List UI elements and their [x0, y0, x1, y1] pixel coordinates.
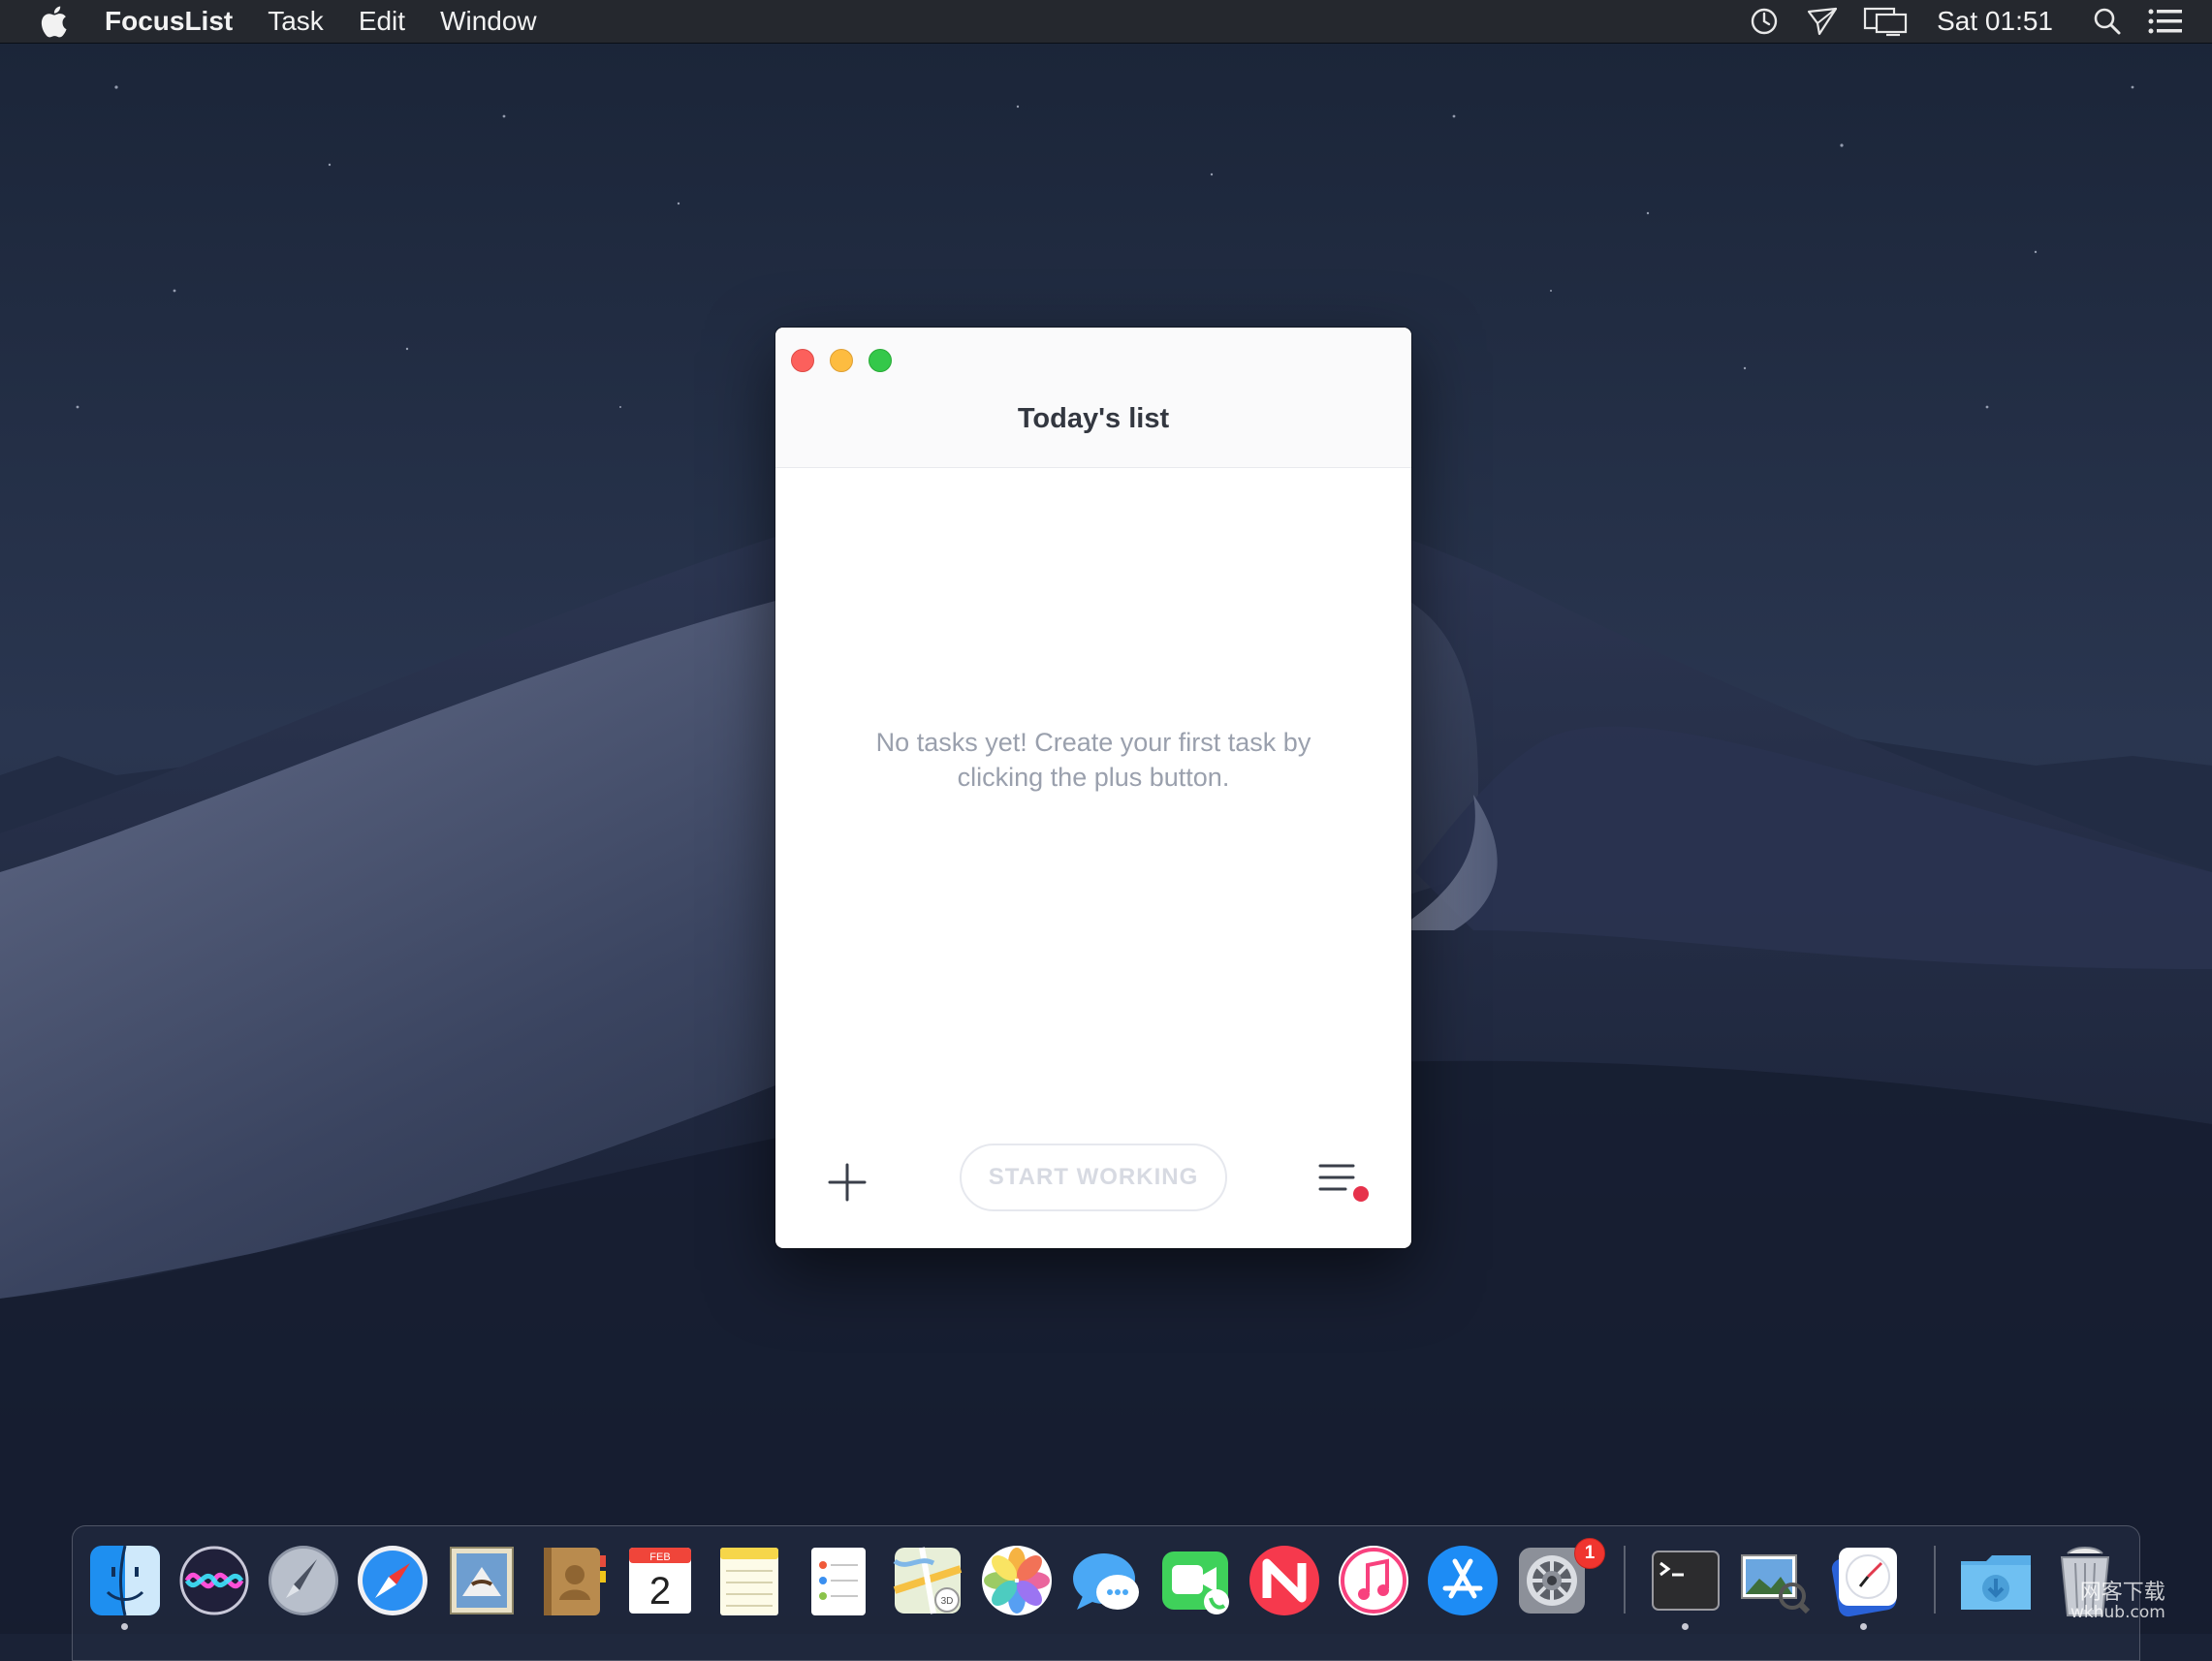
dock-preview-icon[interactable]: [1736, 1542, 1814, 1619]
system-preferences-badge: 1: [1574, 1538, 1605, 1569]
dock-siri-icon[interactable]: [175, 1542, 253, 1619]
window-title: Today's list: [1017, 403, 1170, 434]
dock-safari-icon[interactable]: [354, 1542, 431, 1619]
dock-mail-icon[interactable]: [443, 1542, 521, 1619]
minimize-window-button[interactable]: [830, 349, 853, 372]
menu-clock[interactable]: Sat 01:51: [1921, 0, 2078, 43]
dock-contacts-icon[interactable]: [532, 1542, 610, 1619]
terminal-running-indicator: [1682, 1623, 1689, 1630]
apple-menu-icon[interactable]: [39, 5, 68, 38]
time-machine-icon[interactable]: [1747, 4, 1782, 39]
dock-messages-icon[interactable]: [1067, 1542, 1145, 1619]
calendar-day: 2: [649, 1570, 671, 1613]
watermark-line-1: 网客下载: [2079, 1581, 2165, 1605]
display-mirroring-icon[interactable]: [1863, 4, 1910, 39]
menu-bar: FocusList Task Edit Window Sat 01:51: [0, 0, 2212, 43]
focuslist-window: Today's list No tasks yet! Create your f…: [775, 328, 1411, 1248]
dock-notes-icon[interactable]: [711, 1542, 788, 1619]
menu-app-name[interactable]: FocusList: [99, 0, 250, 43]
notification-center-icon[interactable]: [2148, 4, 2183, 39]
start-working-button[interactable]: START WORKING: [960, 1144, 1227, 1211]
plus-icon: [828, 1163, 867, 1202]
close-window-button[interactable]: [791, 349, 814, 372]
dock-maps-icon[interactable]: 3D: [889, 1542, 966, 1619]
finder-running-indicator: [121, 1623, 128, 1630]
site-watermark: 网客下载 wkhub.com: [2070, 1581, 2165, 1623]
airdrop-icon[interactable]: [1805, 4, 1840, 39]
dock-facetime-icon[interactable]: [1156, 1542, 1234, 1619]
watermark-line-2: wkhub.com: [2070, 1603, 2165, 1622]
dock-launchpad-icon[interactable]: [265, 1542, 342, 1619]
calendar-month: FEB: [649, 1551, 670, 1563]
dock-separator: [1934, 1546, 1936, 1614]
dock-downloads-folder-icon[interactable]: [1957, 1542, 2035, 1619]
dock-itunes-icon[interactable]: [1335, 1542, 1412, 1619]
spotlight-search-icon[interactable]: [2090, 4, 2125, 39]
dock-separator: [1624, 1546, 1626, 1614]
focuslist-running-indicator: [1860, 1623, 1867, 1630]
dock-news-icon[interactable]: [1246, 1542, 1323, 1619]
list-menu-icon: [1318, 1164, 1355, 1191]
menu-edit[interactable]: Edit: [341, 0, 423, 43]
zoom-window-button[interactable]: [869, 349, 892, 372]
dock-reminders-icon[interactable]: [800, 1542, 877, 1619]
svg-text:3D: 3D: [941, 1596, 954, 1607]
add-task-button[interactable]: [824, 1159, 870, 1206]
window-titlebar[interactable]: Today's list: [775, 328, 1411, 468]
menu-window[interactable]: Window: [423, 0, 554, 43]
notification-dot: [1353, 1186, 1369, 1202]
traffic-lights: [791, 349, 892, 372]
menu-task[interactable]: Task: [250, 0, 341, 43]
dock-app-store-icon[interactable]: [1424, 1542, 1501, 1619]
empty-state-message: No tasks yet! Create your first task by …: [875, 728, 1311, 792]
dock-finder-icon[interactable]: [86, 1542, 164, 1619]
dock: FEB 2 3D 1: [72, 1525, 2140, 1661]
dock-calendar-icon[interactable]: FEB 2: [621, 1542, 699, 1619]
dock-photos-icon[interactable]: [978, 1542, 1056, 1619]
list-menu-button[interactable]: [1318, 1163, 1369, 1206]
dock-terminal-icon[interactable]: [1647, 1542, 1724, 1619]
dock-focuslist-icon[interactable]: [1825, 1542, 1903, 1619]
